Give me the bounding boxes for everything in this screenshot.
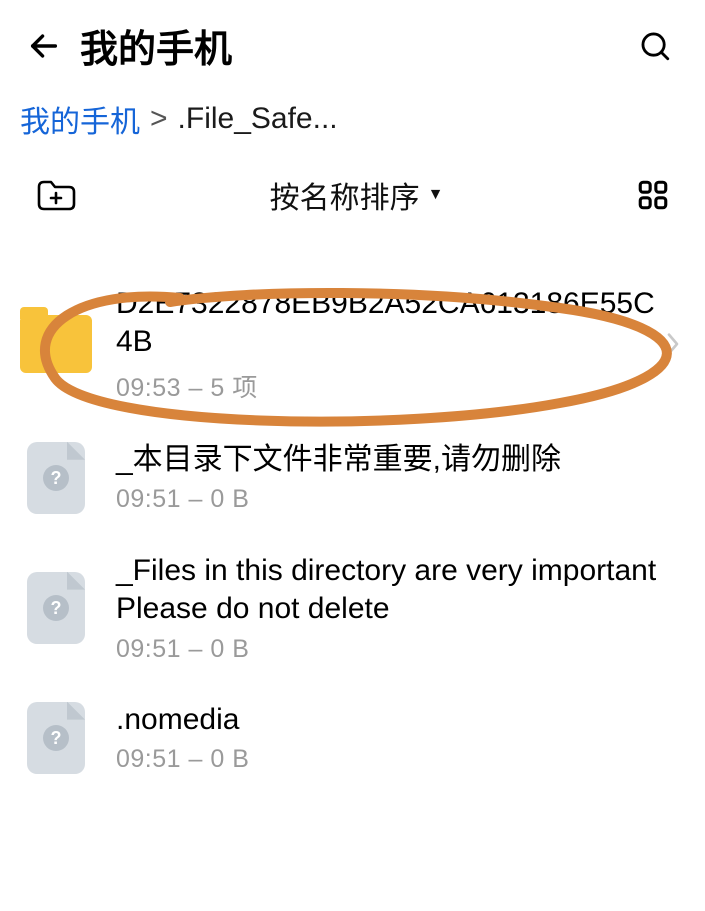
item-name: _本目录下文件非常重要,请勿删除 <box>116 441 683 479</box>
breadcrumb-separator: > <box>146 102 172 136</box>
search-button[interactable] <box>633 24 677 68</box>
item-text: D2E7322878EB9B2A52CA613186E55C4B 09:53 –… <box>94 285 663 404</box>
sort-dropdown[interactable]: 按名称排序 ▼ <box>82 173 631 217</box>
item-meta: 09:51 – 0 B <box>116 635 683 664</box>
unknown-file-icon: ? <box>27 702 85 774</box>
breadcrumb-current: .File_Safe... <box>178 102 338 136</box>
item-icon <box>18 306 94 382</box>
grid-view-icon <box>636 178 670 212</box>
sort-label: 按名称排序 <box>270 173 420 217</box>
chevron-right-icon <box>663 332 683 356</box>
dropdown-triangle-icon: ▼ <box>428 186 444 204</box>
item-icon: ? <box>18 570 94 646</box>
unknown-file-icon: ? <box>27 572 85 644</box>
list-item[interactable]: D2E7322878EB9B2A52CA613186E55C4B 09:53 –… <box>0 241 705 422</box>
toolbar: 按名称排序 ▼ <box>0 163 705 241</box>
back-arrow-icon <box>27 29 61 63</box>
item-icon: ? <box>18 700 94 776</box>
item-text: .nomedia 09:51 – 0 B <box>94 701 683 774</box>
view-toggle-button[interactable] <box>631 173 675 217</box>
item-name: _Files in this directory are very import… <box>116 552 683 629</box>
item-name: .nomedia <box>116 701 683 739</box>
new-folder-icon <box>35 177 77 213</box>
breadcrumb: 我的手机 > .File_Safe... <box>0 91 705 163</box>
item-meta: 09:51 – 0 B <box>116 745 683 774</box>
list-item[interactable]: ? _本目录下文件非常重要,请勿删除 09:51 – 0 B <box>0 422 705 534</box>
item-name: D2E7322878EB9B2A52CA613186E55C4B <box>116 285 663 362</box>
item-text: _Files in this directory are very import… <box>94 552 683 664</box>
page-title: 我的手机 <box>80 18 633 73</box>
breadcrumb-root[interactable]: 我的手机 <box>20 97 140 141</box>
folder-icon <box>20 315 92 373</box>
item-icon: ? <box>18 440 94 516</box>
item-text: _本目录下文件非常重要,请勿删除 09:51 – 0 B <box>94 441 683 514</box>
file-list: D2E7322878EB9B2A52CA613186E55C4B 09:53 –… <box>0 241 705 794</box>
header-bar: 我的手机 <box>0 0 705 91</box>
unknown-file-icon: ? <box>27 442 85 514</box>
search-icon <box>638 29 672 63</box>
item-meta: 09:53 – 5 项 <box>116 368 663 404</box>
list-item[interactable]: ? _Files in this directory are very impo… <box>0 534 705 682</box>
item-meta: 09:51 – 0 B <box>116 485 683 514</box>
list-item[interactable]: ? .nomedia 09:51 – 0 B <box>0 682 705 794</box>
new-folder-button[interactable] <box>30 173 82 217</box>
back-button[interactable] <box>22 24 66 68</box>
